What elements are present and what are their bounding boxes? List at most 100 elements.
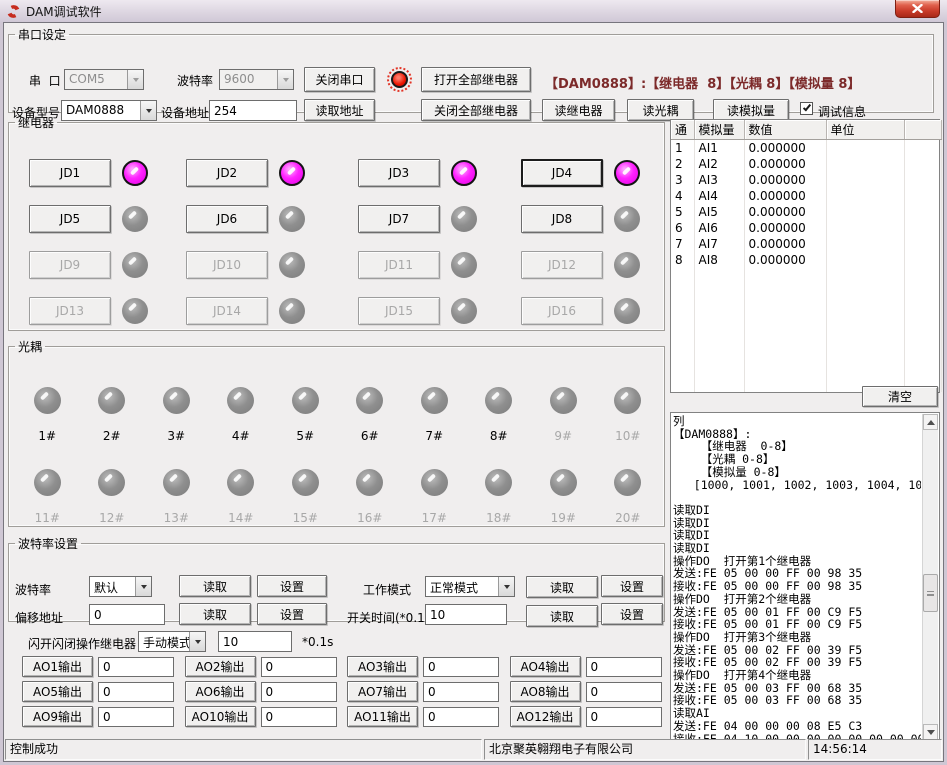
- col-header-value[interactable]: 数值: [744, 120, 826, 140]
- jd9-button[interactable]: JD9: [29, 251, 111, 279]
- jd8-button[interactable]: JD8: [521, 205, 603, 233]
- ao11-value-input[interactable]: [423, 707, 499, 727]
- chevron-down-icon: [135, 577, 151, 596]
- ao8-value-input[interactable]: [586, 682, 662, 702]
- jd5-button[interactable]: JD5: [29, 205, 111, 233]
- opto-12-label: 12#: [99, 511, 124, 525]
- col-header-unit[interactable]: 单位: [826, 120, 904, 140]
- flash-mode-select[interactable]: 手动模式: [138, 631, 206, 652]
- table-row[interactable]: 1AI10.000000: [671, 140, 941, 156]
- grip-icon: [927, 591, 934, 596]
- clear-log-button[interactable]: 清空: [862, 386, 938, 407]
- close-button[interactable]: [895, 0, 940, 18]
- ao10-value-input[interactable]: [261, 707, 337, 727]
- cell-name: AI4: [694, 188, 744, 204]
- ao5-output-button[interactable]: AO5输出: [22, 681, 93, 702]
- opto-14-led: [227, 469, 254, 496]
- table-row[interactable]: 4AI40.000000: [671, 188, 941, 204]
- cell-value: 0.000000: [744, 156, 826, 172]
- read-analog-button[interactable]: 读模拟量: [713, 99, 789, 121]
- ao8-output-button[interactable]: AO8输出: [510, 681, 581, 702]
- jd1-button[interactable]: JD1: [29, 159, 111, 187]
- baud-set-button[interactable]: 设置: [257, 575, 327, 597]
- jd4-button[interactable]: JD4: [521, 159, 603, 187]
- baud-setting-select[interactable]: 默认: [89, 576, 152, 597]
- opto-11-label: 11#: [35, 511, 60, 525]
- com-port-select[interactable]: COM5: [64, 69, 144, 90]
- jd6-button[interactable]: JD6: [186, 205, 268, 233]
- ao5-cell: AO5输出: [22, 681, 185, 702]
- ao1-output-button[interactable]: AO1输出: [22, 656, 93, 677]
- ao6-output-button[interactable]: AO6输出: [185, 681, 256, 702]
- jd14-button[interactable]: JD14: [186, 297, 268, 325]
- baud-read-button[interactable]: 读取: [179, 575, 251, 597]
- ao1-value-input[interactable]: [98, 657, 174, 677]
- jd5-led: [122, 206, 148, 232]
- switch-time-input[interactable]: [425, 604, 507, 625]
- flash-time-input[interactable]: [218, 631, 292, 652]
- jd10-button[interactable]: JD10: [186, 251, 268, 279]
- jd11-button[interactable]: JD11: [358, 251, 440, 279]
- ao9-output-button[interactable]: AO9输出: [22, 706, 93, 727]
- opto-5-led: [292, 387, 319, 414]
- open-all-relays-button[interactable]: 打开全部继电器: [421, 67, 531, 92]
- switchtime-set-button[interactable]: 设置: [601, 603, 663, 625]
- table-row[interactable]: 7AI70.000000: [671, 236, 941, 252]
- ao4-output-button[interactable]: AO4输出: [510, 656, 581, 677]
- ao12-value-input[interactable]: [586, 707, 662, 727]
- table-row[interactable]: 6AI60.000000: [671, 220, 941, 236]
- ao9-value-input[interactable]: [98, 707, 174, 727]
- baudrate-select[interactable]: 9600: [219, 69, 294, 90]
- table-row[interactable]: 5AI50.000000: [671, 204, 941, 220]
- ao12-output-button[interactable]: AO12输出: [510, 706, 581, 727]
- ao3-value-input[interactable]: [423, 657, 499, 677]
- jd16-button[interactable]: JD16: [521, 297, 603, 325]
- ao7-value-input[interactable]: [423, 682, 499, 702]
- col-header-analog[interactable]: 模拟量: [694, 120, 744, 140]
- ao11-output-button[interactable]: AO11输出: [347, 706, 418, 727]
- log-scrollbar[interactable]: [922, 414, 938, 740]
- col-header-channel[interactable]: 通: [671, 120, 694, 140]
- workmode-set-button[interactable]: 设置: [601, 575, 663, 597]
- debug-info-checkbox[interactable]: [800, 102, 813, 115]
- col-header-extra[interactable]: [904, 120, 941, 140]
- opto-group: 光耦 1# 2# 3# 4# 5# 6# 7# 8# 9# 10# 11# 12…: [8, 338, 665, 527]
- table-row[interactable]: 2AI20.000000: [671, 156, 941, 172]
- opto-2-led: [98, 387, 125, 414]
- table-row[interactable]: 8AI80.000000: [671, 252, 941, 268]
- work-mode-select[interactable]: 正常模式: [425, 576, 515, 597]
- jd1-led: [122, 160, 148, 186]
- jd12-button[interactable]: JD12: [521, 251, 603, 279]
- table-row[interactable]: 3AI30.000000: [671, 172, 941, 188]
- jd3-button[interactable]: JD3: [358, 159, 440, 187]
- scroll-thumb[interactable]: [923, 574, 938, 612]
- offset-read-button[interactable]: 读取: [179, 603, 251, 625]
- ao2-output-button[interactable]: AO2输出: [185, 656, 256, 677]
- opto-1-led: [34, 387, 61, 414]
- analog-table: 通 模拟量 数值 单位 1AI10.000000 2AI20.000000 3A…: [670, 119, 940, 393]
- cell-extra: [904, 220, 941, 236]
- jd2-button[interactable]: JD2: [186, 159, 268, 187]
- offset-set-button[interactable]: 设置: [257, 603, 327, 625]
- cell-value: 0.000000: [744, 236, 826, 252]
- jd15-button[interactable]: JD15: [358, 297, 440, 325]
- scroll-down-button[interactable]: [923, 724, 938, 740]
- jd6-led: [279, 206, 305, 232]
- ao6-value-input[interactable]: [261, 682, 337, 702]
- cell-unit: [826, 188, 904, 204]
- workmode-read-button[interactable]: 读取: [526, 576, 598, 598]
- jd13-button[interactable]: JD13: [29, 297, 111, 325]
- ao2-value-input[interactable]: [261, 657, 337, 677]
- ao5-value-input[interactable]: [98, 682, 174, 702]
- ao4-value-input[interactable]: [586, 657, 662, 677]
- scroll-up-button[interactable]: [923, 414, 938, 430]
- cell-extra: [904, 156, 941, 172]
- ao3-output-button[interactable]: AO3输出: [347, 656, 418, 677]
- close-serial-button[interactable]: 关闭串口: [304, 67, 375, 92]
- jd7-button[interactable]: JD7: [358, 205, 440, 233]
- offset-address-input[interactable]: [89, 604, 165, 625]
- switchtime-read-button[interactable]: 读取: [526, 605, 598, 627]
- ao10-output-button[interactable]: AO10输出: [185, 706, 256, 727]
- ao7-output-button[interactable]: AO7输出: [347, 681, 418, 702]
- ao-output-grid: AO1输出 AO2输出 AO3输出 AO4输出 AO5输出 AO6输出 AO7输…: [22, 656, 672, 727]
